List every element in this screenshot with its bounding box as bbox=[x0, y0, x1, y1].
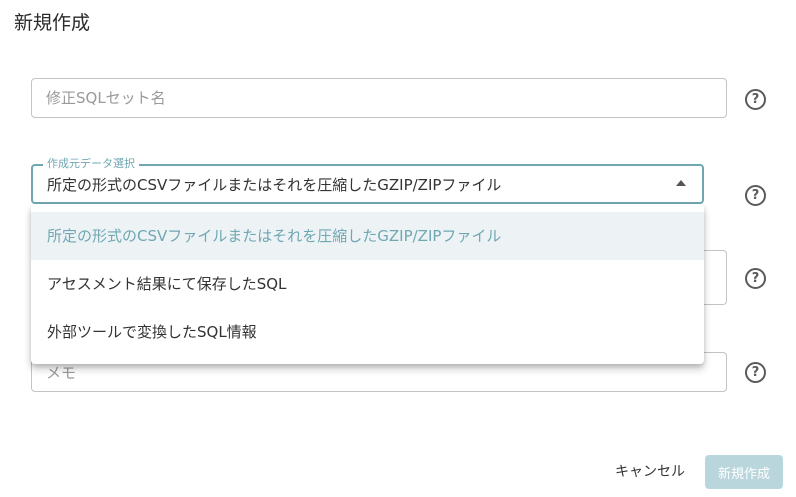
help-icon[interactable]: ? bbox=[745, 362, 766, 383]
help-icon[interactable]: ? bbox=[745, 89, 766, 110]
cancel-button[interactable]: キャンセル bbox=[604, 455, 696, 487]
dropdown-option-assessment-sql[interactable]: アセスメント結果にて保存したSQL bbox=[31, 260, 704, 308]
sql-set-name-input[interactable] bbox=[32, 79, 726, 117]
source-data-dropdown-menu: 所定の形式のCSVファイルまたはそれを圧縮したGZIP/ZIPファイル アセスメ… bbox=[31, 204, 704, 364]
source-data-select[interactable]: 作成元データ選択 所定の形式のCSVファイルまたはそれを圧縮したGZIP/ZIP… bbox=[31, 157, 704, 204]
source-data-select-value: 所定の形式のCSVファイルまたはそれを圧縮したGZIP/ZIPファイル bbox=[47, 176, 502, 194]
dropdown-option-csv[interactable]: 所定の形式のCSVファイルまたはそれを圧縮したGZIP/ZIPファイル bbox=[31, 212, 704, 260]
help-icon[interactable]: ? bbox=[745, 268, 766, 289]
help-icon[interactable]: ? bbox=[745, 185, 766, 206]
source-data-select-label: 作成元データ選択 bbox=[43, 157, 139, 171]
create-button[interactable]: 新規作成 bbox=[705, 455, 783, 489]
memo-placeholder: メモ bbox=[46, 364, 77, 382]
dialog-title: 新規作成 bbox=[14, 12, 91, 34]
dropdown-option-external-tool-sql[interactable]: 外部ツールで変換したSQL情報 bbox=[31, 308, 704, 356]
sql-set-name-field bbox=[31, 78, 727, 118]
caret-up-icon[interactable] bbox=[676, 180, 686, 186]
